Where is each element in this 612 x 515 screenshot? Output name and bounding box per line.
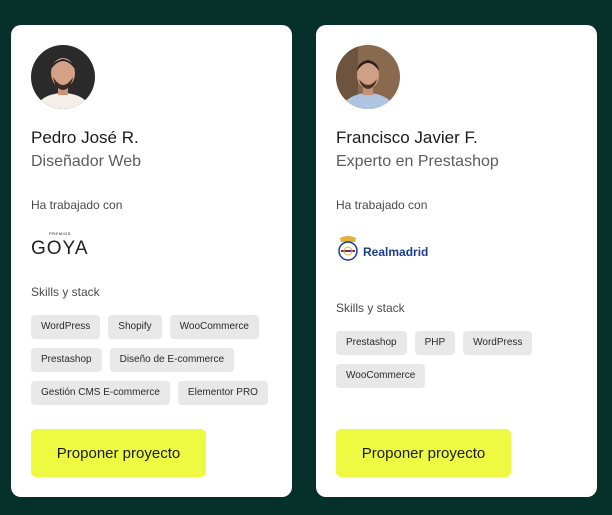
skill-chip: PHP <box>414 331 456 355</box>
freelancer-role: Diseñador Web <box>31 153 141 170</box>
avatar <box>31 45 95 109</box>
skill-chip: Diseño de E-commerce <box>109 348 235 372</box>
skill-chip: WooCommerce <box>336 364 426 388</box>
skill-chip: WordPress <box>31 315 101 339</box>
skills-list: Prestashop PHP WordPress WooCommerce <box>336 331 586 388</box>
skill-chip: WordPress <box>463 331 533 355</box>
freelancer-card-francisco: Francisco Javier F. Experto en Prestasho… <box>316 25 597 497</box>
skill-chip: WooCommerce <box>169 315 259 339</box>
freelancer-name: Francisco Javier F. <box>336 128 478 147</box>
freelancer-name: Pedro José R. <box>31 128 139 147</box>
skill-chip: Prestashop <box>336 331 407 355</box>
client-logo-text: Real <box>363 245 388 259</box>
skill-chip: Gestión CMS E-commerce <box>31 381 170 405</box>
skill-chip: Shopify <box>108 315 162 339</box>
svg-text:Realmadrid: Realmadrid <box>363 245 428 259</box>
propose-project-button[interactable]: Proponer proyecto <box>336 429 511 477</box>
freelancer-card-pedro: Pedro José R. Diseñador Web Ha trabajado… <box>11 25 292 497</box>
skill-chip: Prestashop <box>31 348 102 372</box>
skills-label: Skills y stack <box>31 285 100 299</box>
worked-with-label: Ha trabajado con <box>31 198 123 212</box>
premios-goya-logo: PREMIOS GOYA <box>31 230 101 261</box>
real-madrid-logo: Realmadrid <box>336 234 436 269</box>
avatar <box>336 45 400 109</box>
skill-chip: Elementor PRO <box>177 381 268 405</box>
client-logo-text: madrid <box>388 245 428 259</box>
skills-list: WordPress Shopify WooCommerce Prestashop… <box>31 315 281 405</box>
client-logo-big-text: GOYA <box>31 238 89 256</box>
skills-label: Skills y stack <box>336 301 405 315</box>
client-logo-small-text: PREMIOS <box>49 231 71 236</box>
freelancer-role: Experto en Prestashop <box>336 153 499 170</box>
propose-project-button[interactable]: Proponer proyecto <box>31 429 206 477</box>
worked-with-label: Ha trabajado con <box>336 198 428 212</box>
